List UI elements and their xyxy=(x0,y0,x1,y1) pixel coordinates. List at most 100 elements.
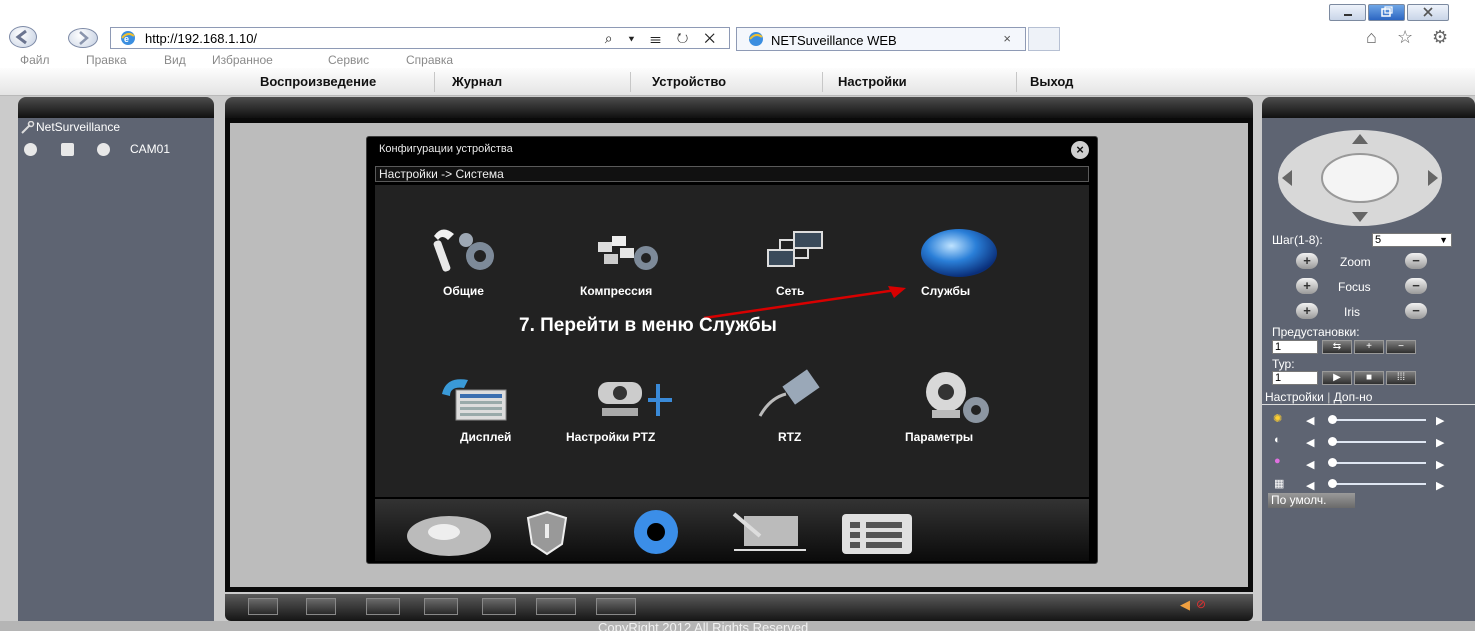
compression-icon[interactable] xyxy=(594,228,666,274)
single-view-icon[interactable] xyxy=(306,598,336,615)
back-button[interactable] xyxy=(9,26,37,48)
hue-slider[interactable] xyxy=(1330,483,1426,485)
contrast-right-arrow[interactable]: ▶ xyxy=(1436,436,1444,449)
tree-root-label[interactable]: NetSurveillance xyxy=(36,120,120,134)
brightness-right-arrow[interactable]: ▶ xyxy=(1436,414,1444,427)
contrast-left-arrow[interactable]: ◀ xyxy=(1306,436,1314,449)
nav-log[interactable]: Журнал xyxy=(452,74,502,89)
tour-grid-button[interactable]: ⁞⁞⁞ xyxy=(1386,371,1416,385)
restore-button[interactable] xyxy=(1368,4,1405,21)
brightness-left-arrow[interactable]: ◀ xyxy=(1306,414,1314,427)
hue-right-arrow[interactable]: ▶ xyxy=(1436,479,1444,492)
brightness-knob[interactable] xyxy=(1328,415,1337,424)
network-icon[interactable] xyxy=(766,230,826,270)
address-controls[interactable]: ⌕ ▾ ☰ ↻ ✕ xyxy=(605,30,721,47)
image-settings-tabs: Настройки | Доп-но xyxy=(1265,390,1373,404)
item-display-label[interactable]: Дисплей xyxy=(460,430,511,444)
dialog-close-icon[interactable]: × xyxy=(1071,141,1089,159)
zoom-out-button[interactable]: − xyxy=(1405,253,1427,269)
menu-help[interactable]: Справка xyxy=(406,53,453,67)
info-list-icon[interactable] xyxy=(838,512,916,556)
tour-play-button[interactable]: ▶ xyxy=(1322,371,1352,385)
tour-input[interactable]: 1 xyxy=(1272,371,1318,385)
menu-favorites[interactable]: Избранное xyxy=(212,53,273,67)
close-all-video-icon[interactable] xyxy=(596,598,636,615)
preset-input[interactable]: 1 xyxy=(1272,340,1318,354)
back-arrow-icon xyxy=(15,29,27,45)
nav-exit[interactable]: Выход xyxy=(1030,74,1073,89)
menu-file[interactable]: Файл xyxy=(20,53,50,67)
item-general-label[interactable]: Общие xyxy=(443,284,484,298)
nav-playback[interactable]: Воспроизведение xyxy=(260,74,376,89)
system-gear-icon[interactable] xyxy=(624,508,688,556)
storage-icon[interactable] xyxy=(404,508,494,560)
stop-icon[interactable] xyxy=(61,143,74,156)
gear-icon[interactable]: ⚙ xyxy=(1432,27,1448,48)
parameters-icon[interactable] xyxy=(916,370,1002,426)
menu-edit[interactable]: Правка xyxy=(86,53,127,67)
tab-close-icon[interactable]: × xyxy=(1003,31,1011,46)
item-compression-label[interactable]: Компрессия xyxy=(580,284,652,298)
contrast-slider[interactable] xyxy=(1330,441,1426,443)
item-parameters-label[interactable]: Параметры xyxy=(905,430,973,444)
preset-remove-button[interactable]: − xyxy=(1386,340,1416,354)
tab-image-settings[interactable]: Настройки xyxy=(1265,390,1324,404)
home-icon[interactable]: ⌂ xyxy=(1366,27,1377,48)
contrast-knob[interactable] xyxy=(1328,437,1337,446)
iris-minus-button[interactable]: − xyxy=(1405,303,1427,319)
brightness-slider[interactable] xyxy=(1330,419,1426,421)
focus-minus-button[interactable]: − xyxy=(1405,278,1427,294)
saturation-left-arrow[interactable]: ◀ xyxy=(1306,458,1314,471)
ptz-direction-pad[interactable] xyxy=(1276,128,1444,228)
dialog-title: Конфигурации устройства xyxy=(379,143,513,155)
default-button[interactable]: По умолч. xyxy=(1268,493,1355,508)
item-ptz-label[interactable]: Настройки PTZ xyxy=(566,430,655,444)
open-all-video-icon[interactable] xyxy=(536,598,576,615)
footer: CopyRight 2012 All Rights Reserved xyxy=(0,621,1475,631)
star-icon[interactable]: ☆ xyxy=(1397,27,1413,48)
nav-device[interactable]: Устройство xyxy=(652,74,726,89)
hue-left-arrow[interactable]: ◀ xyxy=(1306,479,1314,492)
tour-stop-button[interactable]: ■ xyxy=(1354,371,1384,385)
record-start-icon[interactable] xyxy=(366,598,400,615)
security-shield-icon[interactable] xyxy=(524,510,570,556)
record-icon[interactable] xyxy=(24,143,37,156)
minimize-button[interactable] xyxy=(1329,4,1366,21)
tools-icon[interactable] xyxy=(730,506,810,552)
fullscreen-icon[interactable] xyxy=(248,598,278,615)
preset-add-button[interactable]: + xyxy=(1354,340,1384,354)
mute-icon[interactable]: ◀ xyxy=(1180,597,1190,613)
snapshot-icon[interactable] xyxy=(482,598,516,615)
sound-off-icon[interactable]: ⊘ xyxy=(1196,597,1206,611)
preset-goto-button[interactable]: ⇆ xyxy=(1322,340,1352,354)
address-bar[interactable]: e http://192.168.1.10/ ⌕ ▾ ☰ ↻ ✕ xyxy=(110,27,730,49)
nav-settings[interactable]: Настройки xyxy=(838,74,907,89)
tab-extra[interactable]: Доп-но xyxy=(1334,390,1373,404)
record-stop-icon[interactable] xyxy=(424,598,458,615)
focus-plus-button[interactable]: + xyxy=(1296,278,1318,294)
saturation-knob[interactable] xyxy=(1328,458,1337,467)
item-services-label[interactable]: Службы xyxy=(921,284,970,298)
menu-view[interactable]: Вид xyxy=(164,53,186,67)
camera-item-label[interactable]: CAM01 xyxy=(130,142,170,156)
hue-knob[interactable] xyxy=(1328,479,1337,488)
saturation-slider[interactable] xyxy=(1330,462,1426,464)
display-icon[interactable] xyxy=(438,374,512,422)
step-select[interactable]: 5 ▼ xyxy=(1372,233,1452,247)
new-tab-button[interactable] xyxy=(1028,27,1060,51)
rtz-icon[interactable] xyxy=(756,368,826,422)
item-rtz-label[interactable]: RTZ xyxy=(778,430,801,444)
services-globe-icon[interactable] xyxy=(920,228,998,278)
forward-button[interactable] xyxy=(68,28,98,48)
zoom-in-button[interactable]: + xyxy=(1296,253,1318,269)
contrast-icon: ◐ xyxy=(1274,434,1281,446)
iris-plus-button[interactable]: + xyxy=(1296,303,1318,319)
ptz-settings-icon[interactable] xyxy=(592,374,682,422)
menu-tools[interactable]: Сервис xyxy=(328,53,369,67)
close-window-button[interactable] xyxy=(1407,4,1449,21)
browser-tab[interactable]: NETSuveillance WEB × xyxy=(736,27,1026,51)
saturation-right-arrow[interactable]: ▶ xyxy=(1436,458,1444,471)
general-settings-icon[interactable] xyxy=(432,226,504,274)
play-icon[interactable] xyxy=(97,143,110,156)
center-panel-header xyxy=(225,97,1253,119)
